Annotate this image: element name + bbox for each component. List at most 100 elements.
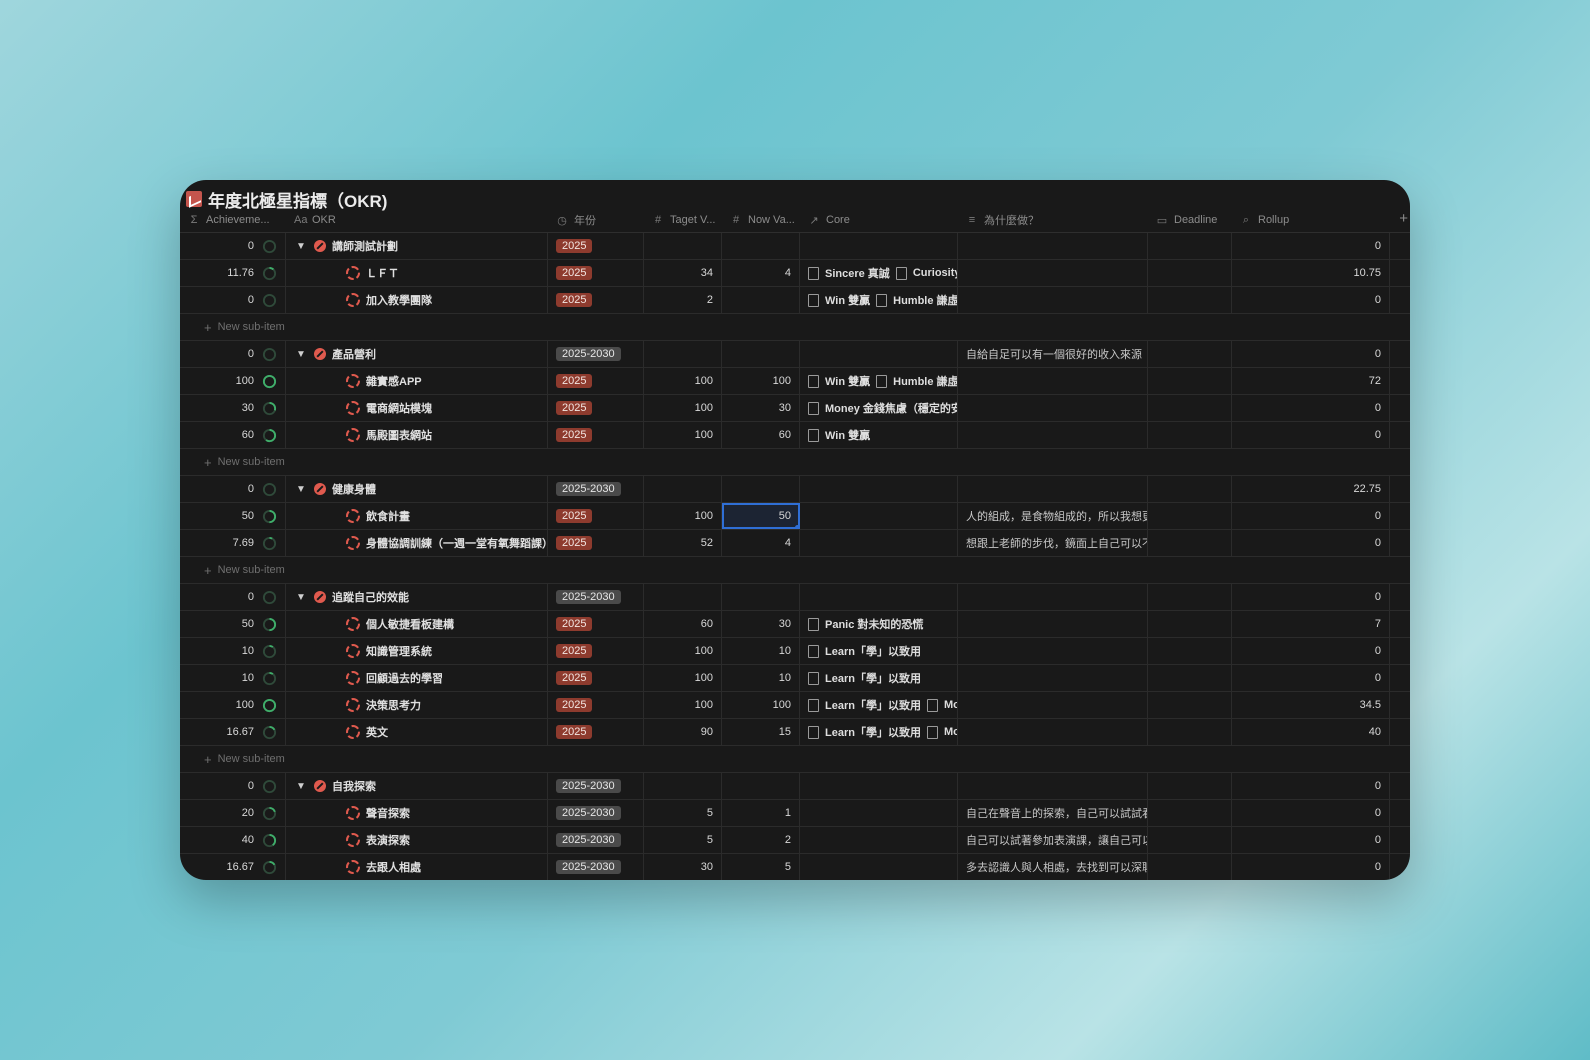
- now-value-cell[interactable]: [722, 773, 800, 799]
- okr-parent-row[interactable]: 0 ▼ 自我探索 2025-2030 0: [180, 773, 1410, 800]
- core-relation[interactable]: Money 金錢焦慮（穩定的安: [825, 400, 957, 416]
- why-cell[interactable]: 人的組成，是食物組成的，所以我想更好: [958, 503, 1148, 529]
- okr-cell[interactable]: ▼ 追蹤自己的效能: [286, 584, 548, 610]
- core-relation[interactable]: Sincere 真誠: [825, 265, 890, 281]
- core-cell[interactable]: [800, 530, 958, 556]
- toggle-triangle-icon[interactable]: ▼: [294, 349, 308, 360]
- okr-title[interactable]: 個人敏捷看板建構: [366, 616, 454, 632]
- deadline-cell[interactable]: [1148, 476, 1232, 502]
- okr-cell[interactable]: 英文: [286, 719, 548, 745]
- okr-title[interactable]: 馬殿圖表網站: [366, 427, 432, 443]
- okr-cell[interactable]: 飲食計畫: [286, 503, 548, 529]
- okr-child-row[interactable]: 30 電商網站模塊 2025 100 30 Money 金錢焦慮（穩定的安 0: [180, 395, 1410, 422]
- core-cell[interactable]: Learn「學」以致用: [800, 638, 958, 664]
- okr-title[interactable]: 飲食計畫: [366, 508, 410, 524]
- year-cell[interactable]: 2025-2030: [548, 773, 644, 799]
- okr-parent-row[interactable]: 0 ▼ 產品營利 2025-2030 自給自足可以有一個很好的收入來源 0: [180, 341, 1410, 368]
- core-relation[interactable]: Mo: [944, 726, 957, 738]
- okr-title[interactable]: 自我探索: [332, 778, 376, 794]
- target-value-cell[interactable]: 5: [644, 800, 722, 826]
- col-year[interactable]: ◷ 年份: [548, 208, 644, 232]
- okr-title[interactable]: 電商網站模塊: [366, 400, 432, 416]
- okr-cell[interactable]: 表演探索: [286, 827, 548, 853]
- year-cell[interactable]: 2025-2030: [548, 341, 644, 367]
- why-cell[interactable]: [958, 638, 1148, 664]
- core-cell[interactable]: [800, 854, 958, 880]
- target-value-cell[interactable]: 100: [644, 422, 722, 448]
- now-value-cell[interactable]: 4: [722, 260, 800, 286]
- why-cell[interactable]: 多去認識人與人相處，去找到可以深聊的人: [958, 854, 1148, 880]
- okr-cell[interactable]: 知識管理系統: [286, 638, 548, 664]
- okr-cell[interactable]: 個人敏捷看板建構: [286, 611, 548, 637]
- target-value-cell[interactable]: 5: [644, 827, 722, 853]
- deadline-cell[interactable]: [1148, 233, 1232, 259]
- now-value-cell[interactable]: 60: [722, 422, 800, 448]
- core-cell[interactable]: Win 雙贏 Humble 謙虛: [800, 368, 958, 394]
- now-value-cell[interactable]: 10: [722, 665, 800, 691]
- okr-title[interactable]: 身體協調訓練（一週一堂有氧舞蹈課）: [366, 535, 547, 551]
- okr-cell[interactable]: 雜實感APP: [286, 368, 548, 394]
- why-cell[interactable]: [958, 773, 1148, 799]
- deadline-cell[interactable]: [1148, 260, 1232, 286]
- target-value-cell[interactable]: 60: [644, 611, 722, 637]
- new-sub-item-row[interactable]: + New sub-item: [180, 557, 1410, 584]
- okr-child-row[interactable]: 7.69 身體協調訓練（一週一堂有氧舞蹈課） 2025 52 4 想跟上老師的步伐，鏡面上…: [180, 530, 1410, 557]
- okr-child-row[interactable]: 11.76 ＬＦＴ 2025 34 4 Sincere 真誠 Curiosity 10.75: [180, 260, 1410, 287]
- year-cell[interactable]: 2025: [548, 638, 644, 664]
- toggle-triangle-icon[interactable]: ▼: [294, 241, 308, 252]
- why-cell[interactable]: [958, 395, 1148, 421]
- okr-child-row[interactable]: 50 個人敏捷看板建構 2025 60 30 Panic 對未知的恐慌 7: [180, 611, 1410, 638]
- now-value-cell[interactable]: [722, 287, 800, 313]
- deadline-cell[interactable]: [1148, 827, 1232, 853]
- target-value-cell[interactable]: 100: [644, 395, 722, 421]
- why-cell[interactable]: [958, 422, 1148, 448]
- core-cell[interactable]: Win 雙贏 Humble 謙虛: [800, 287, 958, 313]
- okr-parent-row[interactable]: 0 ▼ 健康身體 2025-2030 22.75: [180, 476, 1410, 503]
- okr-title[interactable]: 雜實感APP: [366, 373, 422, 389]
- okr-child-row[interactable]: 16.67 英文 2025 9015 Learn「學」以致用 Mo 40: [180, 719, 1410, 746]
- okr-title[interactable]: 去跟人相處: [366, 859, 421, 875]
- new-sub-item-row[interactable]: + New sub-item: [180, 449, 1410, 476]
- core-cell[interactable]: [800, 233, 958, 259]
- new-sub-item-row[interactable]: + New sub-item: [180, 746, 1410, 773]
- why-cell[interactable]: 自給自足可以有一個很好的收入來源: [958, 341, 1148, 367]
- year-cell[interactable]: 2025: [548, 530, 644, 556]
- now-value-cell[interactable]: 1: [722, 800, 800, 826]
- deadline-cell[interactable]: [1148, 287, 1232, 313]
- deadline-cell[interactable]: [1148, 530, 1232, 556]
- target-value-cell[interactable]: [644, 233, 722, 259]
- okr-parent-row[interactable]: 0 ▼ 追蹤自己的效能 2025-2030 0: [180, 584, 1410, 611]
- year-cell[interactable]: 2025-2030: [548, 827, 644, 853]
- deadline-cell[interactable]: [1148, 665, 1232, 691]
- core-relation[interactable]: Panic 對未知的恐慌: [825, 616, 923, 632]
- okr-child-row[interactable]: 50 飲食計畫 2025 100 50 人的組成，是食物組成的，所以我想更好 0: [180, 503, 1410, 530]
- col-core[interactable]: ↗ Core: [800, 208, 958, 232]
- why-cell[interactable]: 想跟上老師的步伐，鏡面上自己可以不那麼: [958, 530, 1148, 556]
- deadline-cell[interactable]: [1148, 854, 1232, 880]
- target-value-cell[interactable]: 30: [644, 854, 722, 880]
- why-cell[interactable]: [958, 368, 1148, 394]
- col-target[interactable]: # Taget V...: [644, 208, 722, 232]
- core-cell[interactable]: Learn「學」以致用 Mo: [800, 692, 958, 718]
- core-relation[interactable]: Learn「學」以致用: [825, 670, 921, 686]
- now-value-cell[interactable]: [722, 476, 800, 502]
- col-achievement[interactable]: Σ Achieveme...: [180, 208, 286, 232]
- okr-title[interactable]: 英文: [366, 724, 388, 740]
- deadline-cell[interactable]: [1148, 503, 1232, 529]
- why-cell[interactable]: [958, 611, 1148, 637]
- now-value-cell[interactable]: 2: [722, 827, 800, 853]
- okr-title[interactable]: 回顧過去的學習: [366, 670, 443, 686]
- target-value-cell[interactable]: [644, 773, 722, 799]
- okr-child-row[interactable]: 10 知識管理系統 2025 100 10 Learn「學」以致用 0: [180, 638, 1410, 665]
- okr-title[interactable]: 加入教學團隊: [366, 292, 432, 308]
- deadline-cell[interactable]: [1148, 422, 1232, 448]
- core-cell[interactable]: [800, 503, 958, 529]
- target-value-cell[interactable]: [644, 584, 722, 610]
- target-value-cell[interactable]: 2: [644, 287, 722, 313]
- deadline-cell[interactable]: [1148, 773, 1232, 799]
- now-value-cell[interactable]: 10: [722, 638, 800, 664]
- okr-parent-row[interactable]: 0 ▼ 講師測試計劃 2025 0: [180, 233, 1410, 260]
- year-cell[interactable]: 2025: [548, 233, 644, 259]
- core-cell[interactable]: Learn「學」以致用 Mo: [800, 719, 958, 745]
- okr-child-row[interactable]: 0 加入教學團隊 2025 2 Win 雙贏 Humble 謙虛 0: [180, 287, 1410, 314]
